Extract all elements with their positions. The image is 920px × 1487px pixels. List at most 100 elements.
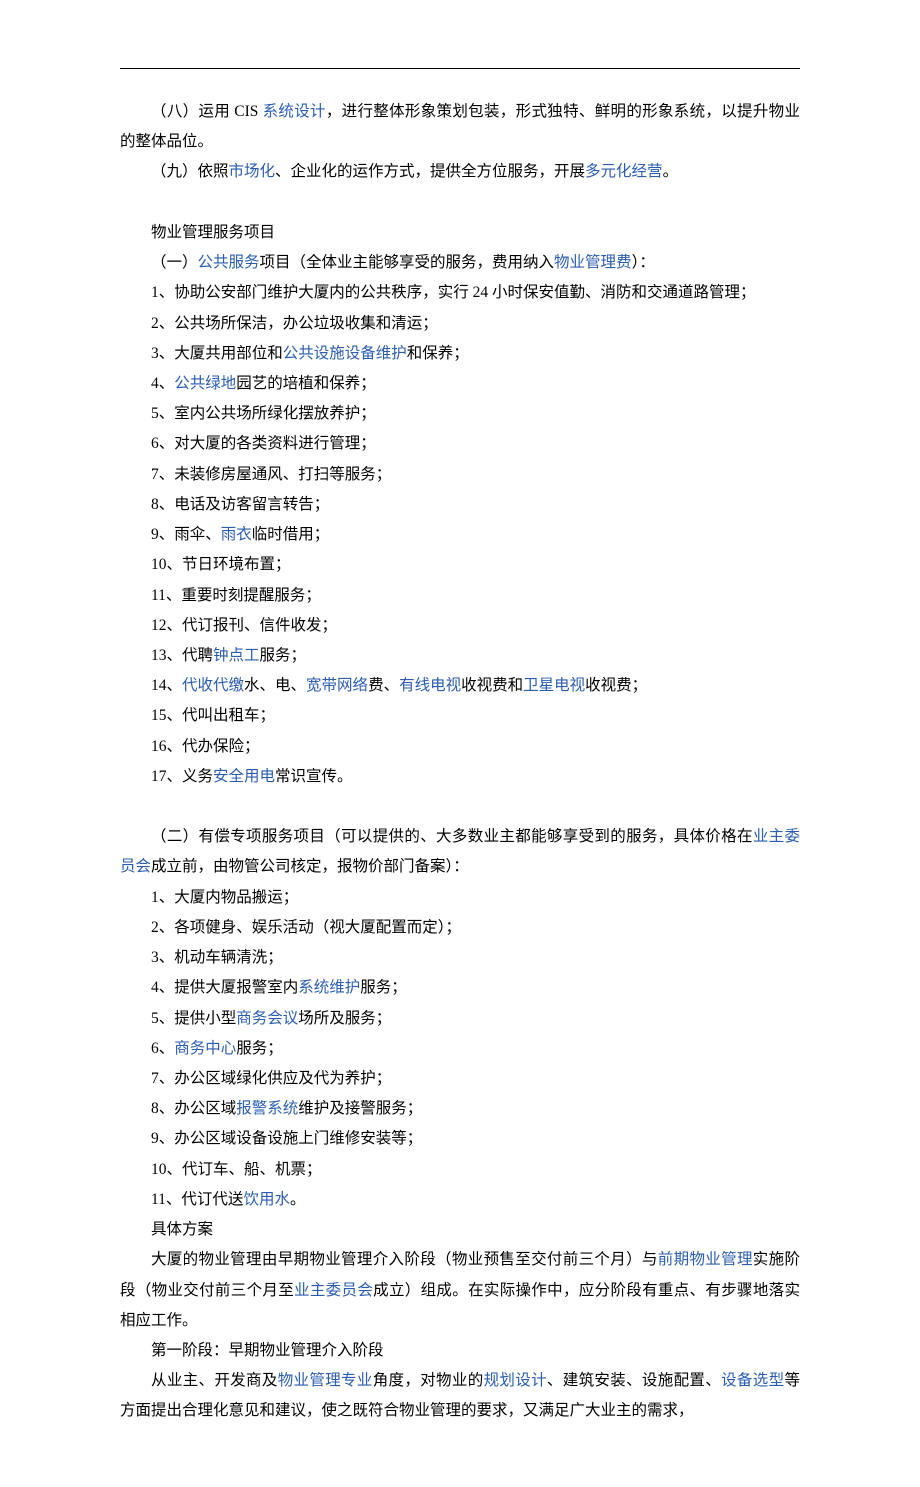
section-one-title: 物业管理服务项目 — [120, 218, 800, 248]
list-item: 8、电话及访客留言转告； — [120, 490, 800, 520]
link-cable-tv[interactable]: 有线电视 — [399, 677, 461, 694]
link-business-center[interactable]: 商务中心 — [174, 1040, 236, 1057]
text: 常识宣传。 — [275, 768, 353, 785]
link-broadband[interactable]: 宽带网络 — [306, 677, 368, 694]
text: 服务； — [360, 979, 407, 996]
list-item: 3、大厦共用部位和公共设施设备维护和保养； — [120, 339, 800, 369]
list-item: 1、大厦内物品搬运； — [120, 883, 800, 913]
text: 、企业化的运作方式，提供全方位服务，开展 — [275, 163, 585, 180]
text: 大厦的物业管理由早期物业管理介入阶段（物业预售至交付前三个月）与 — [151, 1251, 658, 1268]
link-system-maintenance[interactable]: 系统维护 — [298, 979, 360, 996]
text: 园艺的培植和保养； — [236, 375, 376, 392]
text: 角度，对物业的 — [373, 1372, 484, 1389]
link-public-service[interactable]: 公共服务 — [198, 254, 260, 271]
link-public-facility-maintenance[interactable]: 公共设施设备维护 — [283, 345, 407, 362]
plan-title: 具体方案 — [120, 1215, 800, 1245]
link-public-green[interactable]: 公共绿地 — [174, 375, 236, 392]
link-marketization[interactable]: 市场化 — [229, 163, 276, 180]
list-item: 10、节日环境布置； — [120, 550, 800, 580]
text: 11、代订代送 — [151, 1191, 243, 1208]
list-item: 15、代叫出租车； — [120, 701, 800, 731]
link-property-management-profession[interactable]: 物业管理专业 — [278, 1372, 373, 1389]
text: 临时借用； — [252, 526, 330, 543]
stage-one-paragraph: 从业主、开发商及物业管理专业角度，对物业的规划设计、建筑安装、设施配置、设备选型… — [120, 1366, 800, 1426]
list-item: 2、各项健身、娱乐活动（视大厦配置而定）； — [120, 913, 800, 943]
plan-paragraph: 大厦的物业管理由早期物业管理介入阶段（物业预售至交付前三个月）与前期物业管理实施… — [120, 1245, 800, 1336]
list-item: 16、代办保险； — [120, 732, 800, 762]
text: （一） — [151, 254, 198, 271]
link-property-fee[interactable]: 物业管理费 — [554, 254, 632, 271]
text: 水、电、 — [244, 677, 306, 694]
list-item: 4、公共绿地园艺的培植和保养； — [120, 369, 800, 399]
link-drinking-water[interactable]: 饮用水 — [243, 1191, 290, 1208]
list-item: 5、室内公共场所绿化摆放养护； — [120, 399, 800, 429]
link-collect-pay[interactable]: 代收代缴 — [182, 677, 244, 694]
text: 9、雨伞、 — [151, 526, 221, 543]
link-alarm-system[interactable]: 报警系统 — [236, 1100, 298, 1117]
text: 5、提供小型 — [151, 1010, 236, 1027]
link-raincoat[interactable]: 雨衣 — [221, 526, 252, 543]
link-hourly-worker[interactable]: 钟点工 — [213, 647, 260, 664]
text: 费、 — [368, 677, 399, 694]
list-item: 7、办公区域绿化供应及代为养护； — [120, 1064, 800, 1094]
list-item: 5、提供小型商务会议场所及服务； — [120, 1004, 800, 1034]
text: 收视费； — [585, 677, 647, 694]
text: 4、 — [151, 375, 174, 392]
link-owners-committee-2[interactable]: 业主委员会 — [294, 1282, 373, 1299]
list-item: 6、商务中心服务； — [120, 1034, 800, 1064]
paragraph-eight: （八）运用 CIS 系统设计，进行整体形象策划包装，形式独特、鲜明的形象系统，以… — [120, 97, 800, 157]
list-item: 11、重要时刻提醒服务； — [120, 581, 800, 611]
text: 成立前，由物管公司核定，报物价部门备案）： — [151, 858, 469, 875]
list-item: 3、机动车辆清洗； — [120, 943, 800, 973]
link-satellite-tv[interactable]: 卫星电视 — [523, 677, 585, 694]
list-item: 2、公共场所保洁，办公垃圾收集和清运； — [120, 309, 800, 339]
list-item: 12、代订报刊、信件收发； — [120, 611, 800, 641]
text: 收视费和 — [461, 677, 523, 694]
blank-line — [120, 188, 800, 218]
text: ）： — [632, 254, 655, 271]
blank-line — [120, 792, 800, 822]
link-diversified-operation[interactable]: 多元化经营 — [585, 163, 663, 180]
text: 。 — [290, 1191, 306, 1208]
text: 维护及接警服务； — [298, 1100, 422, 1117]
link-system-design[interactable]: 系统设计 — [263, 103, 326, 120]
text: 和保养； — [407, 345, 469, 362]
link-early-property-management[interactable]: 前期物业管理 — [658, 1251, 753, 1268]
text: 服务； — [236, 1040, 283, 1057]
text: 3、大厦共用部位和 — [151, 345, 283, 362]
stage-one-title: 第一阶段：早期物业管理介入阶段 — [120, 1336, 800, 1366]
list-item: 17、义务安全用电常识宣传。 — [120, 762, 800, 792]
list-item: 4、提供大厦报警室内系统维护服务； — [120, 973, 800, 1003]
text: 6、 — [151, 1040, 174, 1057]
list-item: 10、代订车、船、机票； — [120, 1155, 800, 1185]
text: 14、 — [151, 677, 182, 694]
document-page: （八）运用 CIS 系统设计，进行整体形象策划包装，形式独特、鲜明的形象系统，以… — [0, 0, 920, 1487]
text: 17、义务 — [151, 768, 213, 785]
text: 。 — [663, 163, 679, 180]
link-equipment-selection[interactable]: 设备选型 — [721, 1372, 784, 1389]
list-item: 9、办公区域设备设施上门维修安装等； — [120, 1124, 800, 1154]
link-safe-electricity[interactable]: 安全用电 — [213, 768, 275, 785]
text: 4、提供大厦报警室内 — [151, 979, 298, 996]
list-item: 1、协助公安部门维护大厦内的公共秩序，实行 24 小时保安值勤、消防和交通道路管… — [120, 278, 800, 308]
text: 从业主、开发商及 — [151, 1372, 278, 1389]
text: （二）有偿专项服务项目（可以提供的、大多数业主都能够享受到的服务，具体价格在 — [151, 828, 753, 845]
list-item: 14、代收代缴水、电、宽带网络费、有线电视收视费和卫星电视收视费； — [120, 671, 800, 701]
section-one-heading: （一）公共服务项目（全体业主能够享受的服务，费用纳入物业管理费）： — [120, 248, 800, 278]
horizontal-rule — [120, 68, 800, 69]
list-item: 13、代聘钟点工服务； — [120, 641, 800, 671]
text: 8、办公区域 — [151, 1100, 236, 1117]
text: （九）依照 — [151, 163, 229, 180]
text: 项目（全体业主能够享受的服务，费用纳入 — [260, 254, 555, 271]
text: 、建筑安装、设施配置、 — [547, 1372, 721, 1389]
list-item: 9、雨伞、雨衣临时借用； — [120, 520, 800, 550]
list-item: 7、未装修房屋通风、打扫等服务； — [120, 460, 800, 490]
link-planning-design[interactable]: 规划设计 — [484, 1372, 547, 1389]
link-business-meeting[interactable]: 商务会议 — [236, 1010, 298, 1027]
text: 13、代聘 — [151, 647, 213, 664]
list-item: 8、办公区域报警系统维护及接警服务； — [120, 1094, 800, 1124]
paragraph-nine: （九）依照市场化、企业化的运作方式，提供全方位服务，开展多元化经营。 — [120, 157, 800, 187]
list-item: 11、代订代送饮用水。 — [120, 1185, 800, 1215]
section-two-heading: （二）有偿专项服务项目（可以提供的、大多数业主都能够享受到的服务，具体价格在业主… — [120, 822, 800, 882]
text: 服务； — [260, 647, 307, 664]
